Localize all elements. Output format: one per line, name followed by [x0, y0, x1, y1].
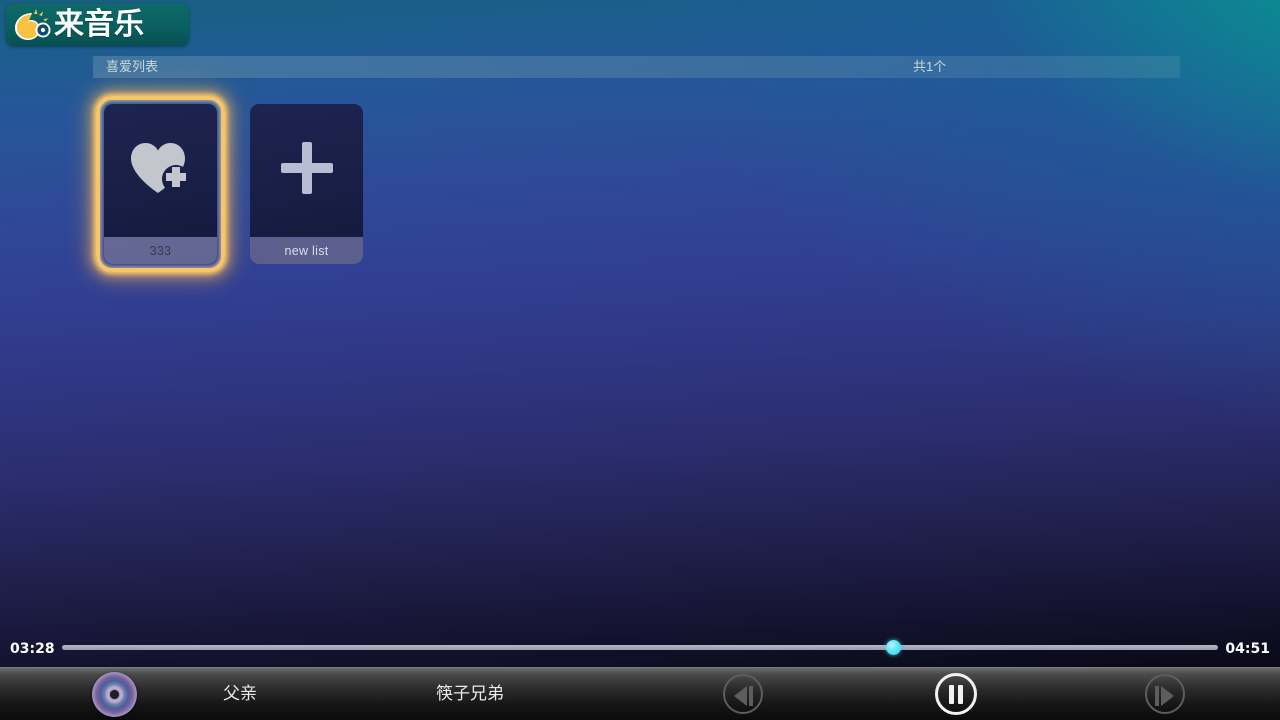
current-time-label: 03:28 — [10, 641, 55, 657]
pause-icon-bar — [958, 685, 963, 704]
progress-track[interactable] — [62, 645, 1218, 650]
app-logo[interactable]: 来音乐 — [6, 4, 189, 46]
heart-plus-icon — [104, 104, 217, 232]
prev-button[interactable] — [723, 674, 763, 714]
plus-icon — [250, 104, 363, 232]
playlist-card-body: 333 — [104, 104, 217, 264]
list-header-count: 共1个 — [913, 59, 947, 74]
next-button[interactable] — [1145, 674, 1185, 714]
moon-music-logo-icon — [12, 8, 52, 42]
playlist-grid: 333 new list — [96, 96, 363, 272]
playlist-card-label: 333 — [104, 237, 217, 264]
next-icon-bar — [1155, 686, 1159, 706]
next-icon — [1161, 686, 1174, 706]
song-artist: 筷子兄弟 — [436, 684, 504, 703]
cd-disc-icon[interactable] — [92, 672, 137, 717]
playlist-card-label: new list — [250, 237, 363, 264]
progress-thumb[interactable] — [886, 640, 901, 655]
list-header-bar: 喜爱列表 共1个 — [93, 56, 1180, 78]
prev-icon — [734, 686, 747, 706]
pause-button[interactable] — [935, 673, 977, 715]
playlist-card-body: new list — [250, 104, 363, 264]
app-root: 来音乐 喜爱列表 共1个 333 new list 03:28 04:51 父亲… — [0, 0, 1280, 720]
song-title: 父亲 — [223, 684, 257, 703]
app-logo-text: 来音乐 — [54, 7, 144, 42]
total-time-label: 04:51 — [1225, 641, 1270, 657]
playlist-card-333[interactable]: 333 — [96, 96, 225, 272]
playlist-card-new-list[interactable]: new list — [250, 104, 363, 264]
player-bar: 父亲 筷子兄弟 — [0, 667, 1280, 720]
list-header-title: 喜爱列表 — [106, 59, 159, 74]
progress-row: 03:28 04:51 — [0, 628, 1280, 668]
prev-icon-bar — [749, 686, 753, 706]
pause-icon — [949, 685, 954, 704]
